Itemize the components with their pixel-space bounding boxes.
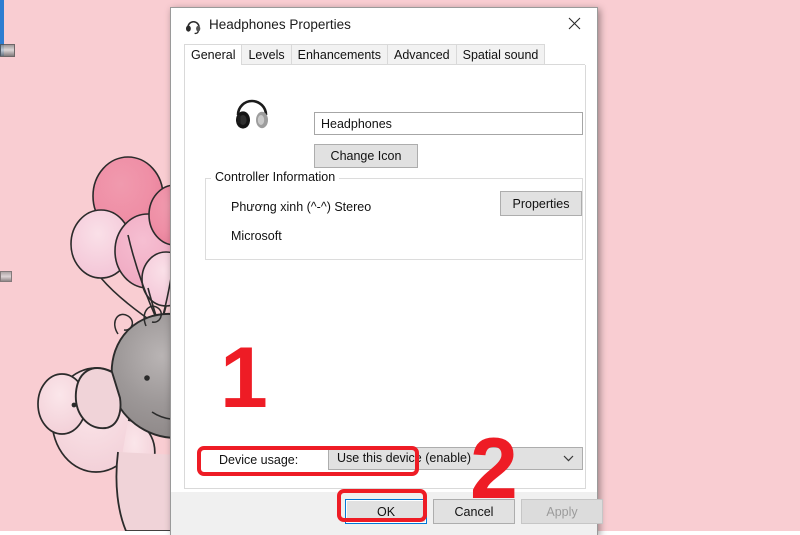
tab-levels-label: Levels: [248, 48, 284, 62]
device-name-input[interactable]: [314, 112, 583, 135]
tab-spatial-sound[interactable]: Spatial sound: [456, 44, 546, 65]
ok-button[interactable]: OK: [345, 499, 427, 524]
dialog-title: Headphones Properties: [209, 17, 351, 32]
tabstrip: General Levels Enhancements Advanced Spa…: [171, 44, 597, 65]
device-usage-dropdown[interactable]: Use this device (enable): [328, 447, 583, 470]
device-usage-selected-value: Use this device (enable): [337, 451, 471, 465]
tab-general-label: General: [191, 48, 235, 62]
tab-general[interactable]: General: [184, 44, 242, 65]
controller-information-legend: Controller Information: [211, 170, 339, 184]
general-tab-page: Change Icon Controller Information Phươn…: [184, 65, 586, 489]
controller-manufacturer: Microsoft: [231, 229, 282, 243]
tab-spatial-sound-label: Spatial sound: [463, 48, 539, 62]
tab-enhancements-label: Enhancements: [298, 48, 381, 62]
controller-device-name: Phương xinh (^-^) Stereo: [231, 200, 371, 214]
dialog-titlebar: Headphones Properties: [171, 8, 597, 44]
tab-levels[interactable]: Levels: [241, 44, 291, 65]
desktop-icon-partial-top[interactable]: [0, 44, 15, 57]
headphones-icon: [229, 89, 275, 135]
chevron-down-icon: [563, 455, 574, 462]
dialog-footer: OK Cancel Apply: [171, 492, 597, 535]
apply-button: Apply: [521, 499, 603, 524]
headset-icon: [185, 18, 202, 35]
close-icon[interactable]: [552, 8, 597, 38]
tab-enhancements[interactable]: Enhancements: [291, 44, 388, 65]
device-identity-row: Change Icon: [185, 87, 585, 151]
tab-advanced-label: Advanced: [394, 48, 450, 62]
desktop-icon-partial-bottom[interactable]: [0, 271, 12, 282]
cancel-button[interactable]: Cancel: [433, 499, 515, 524]
change-icon-button[interactable]: Change Icon: [314, 144, 418, 168]
controller-properties-button[interactable]: Properties: [500, 191, 582, 216]
headphones-properties-dialog: Headphones Properties General Levels Enh…: [170, 7, 598, 535]
tab-advanced[interactable]: Advanced: [387, 44, 457, 65]
close-glyph: [568, 17, 581, 30]
device-usage-label: Device usage:: [219, 453, 298, 467]
